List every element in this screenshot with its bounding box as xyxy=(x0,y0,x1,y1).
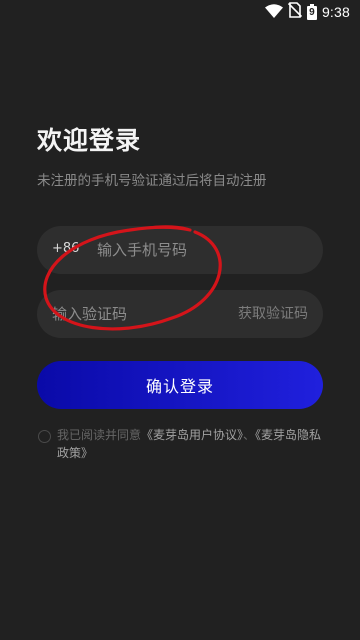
page-title: 欢迎登录 xyxy=(37,126,142,155)
agreement: 我已阅读并同意《麦芽岛用户协议》、《麦芽岛隐私政策》 xyxy=(37,426,327,462)
status-bar: 9 9:38 xyxy=(0,0,360,24)
code-input[interactable] xyxy=(52,290,222,338)
agreement-prefix: 我已阅读并同意 xyxy=(57,428,142,442)
battery-level: 9 xyxy=(309,7,315,18)
confirm-login-button[interactable]: 确认登录 xyxy=(37,361,323,409)
country-code[interactable]: +86 xyxy=(52,240,79,258)
status-icons: 9 9:38 xyxy=(264,2,350,22)
agree-checkbox[interactable] xyxy=(38,430,51,443)
page-subtitle: 未注册的手机号验证通过后将自动注册 xyxy=(37,173,267,189)
phone-field[interactable]: +86 xyxy=(37,226,323,274)
phone-input[interactable] xyxy=(97,226,307,274)
code-field[interactable]: 获取验证码 xyxy=(37,290,323,338)
wifi-icon xyxy=(264,3,283,22)
no-sim-icon xyxy=(287,2,303,22)
agreement-text: 我已阅读并同意《麦芽岛用户协议》、《麦芽岛隐私政策》 xyxy=(57,426,327,462)
get-code-button[interactable]: 获取验证码 xyxy=(238,304,308,324)
status-time: 9:38 xyxy=(321,4,350,20)
battery-icon: 9 xyxy=(306,4,317,20)
agreement-separator: 、 xyxy=(243,428,256,442)
user-agreement-link[interactable]: 《麦芽岛用户协议》 xyxy=(141,428,243,442)
